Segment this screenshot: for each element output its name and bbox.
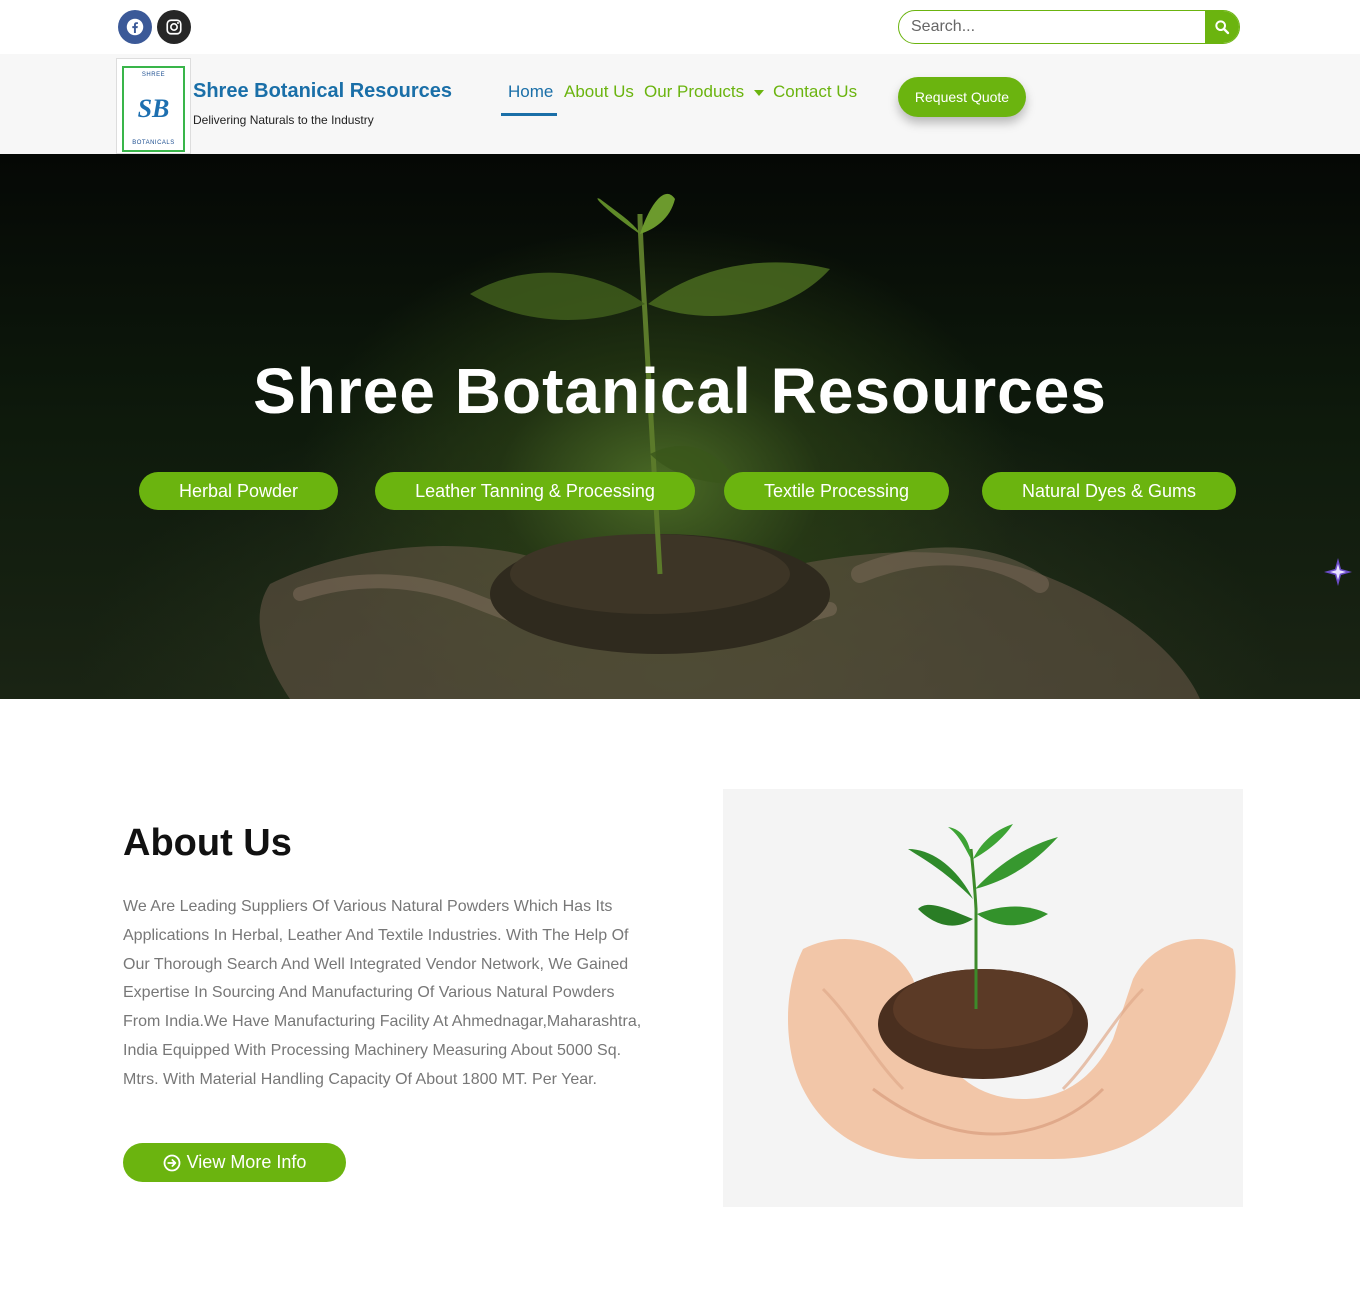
about-title: About Us bbox=[123, 822, 292, 864]
arrow-circle-right-icon bbox=[163, 1154, 181, 1171]
logo[interactable]: SHREE SB BOTANICALS bbox=[116, 58, 191, 154]
nav-contact-us[interactable]: Contact Us bbox=[773, 82, 857, 102]
brand-tagline: Delivering Naturals to the Industry bbox=[193, 113, 374, 127]
search-bar bbox=[898, 10, 1240, 44]
logo-frame: SHREE SB BOTANICALS bbox=[122, 66, 185, 152]
sparkle-icon[interactable] bbox=[1322, 556, 1354, 588]
caret-down-icon bbox=[754, 89, 765, 96]
view-more-info-label: View More Info bbox=[186, 1152, 307, 1172]
nav-about-us[interactable]: About Us bbox=[564, 82, 634, 102]
leather-tanning-button[interactable]: Leather Tanning & Processing bbox=[375, 472, 695, 510]
active-nav-indicator bbox=[501, 113, 557, 116]
logo-top-text: SHREE bbox=[141, 72, 166, 78]
search-input[interactable] bbox=[899, 11, 1205, 43]
instagram-icon bbox=[166, 19, 182, 35]
herbal-powder-button[interactable]: Herbal Powder bbox=[139, 472, 338, 510]
request-quote-button[interactable]: Request Quote bbox=[898, 77, 1026, 117]
search-icon bbox=[1215, 20, 1230, 35]
logo-bottom-text: BOTANICALS bbox=[132, 140, 175, 146]
textile-processing-button[interactable]: Textile Processing bbox=[724, 472, 949, 510]
natural-dyes-gums-button[interactable]: Natural Dyes & Gums bbox=[982, 472, 1236, 510]
about-description: We Are Leading Suppliers Of Various Natu… bbox=[123, 898, 642, 1088]
site-header: SHREE SB BOTANICALS Shree Botanical Reso… bbox=[0, 54, 1360, 154]
instagram-link[interactable] bbox=[157, 10, 191, 44]
nav-home[interactable]: Home bbox=[508, 82, 553, 102]
about-image bbox=[723, 789, 1243, 1207]
hero-banner: Shree Botanical Resources Herbal Powder … bbox=[0, 154, 1360, 699]
hero-title: Shree Botanical Resources bbox=[253, 355, 1107, 427]
logo-mark: SB bbox=[137, 94, 170, 123]
view-more-info-button[interactable]: View More Info bbox=[123, 1143, 346, 1182]
brand-name[interactable]: Shree Botanical Resources bbox=[193, 80, 452, 103]
search-button[interactable] bbox=[1205, 11, 1239, 43]
nav-our-products-label: Our Products bbox=[644, 82, 745, 101]
top-bar bbox=[0, 0, 1360, 54]
facebook-link[interactable] bbox=[118, 10, 152, 44]
facebook-icon bbox=[126, 18, 144, 36]
nav-our-products[interactable]: Our Products bbox=[644, 82, 765, 102]
plant-in-hands-illustration bbox=[788, 824, 1236, 1159]
